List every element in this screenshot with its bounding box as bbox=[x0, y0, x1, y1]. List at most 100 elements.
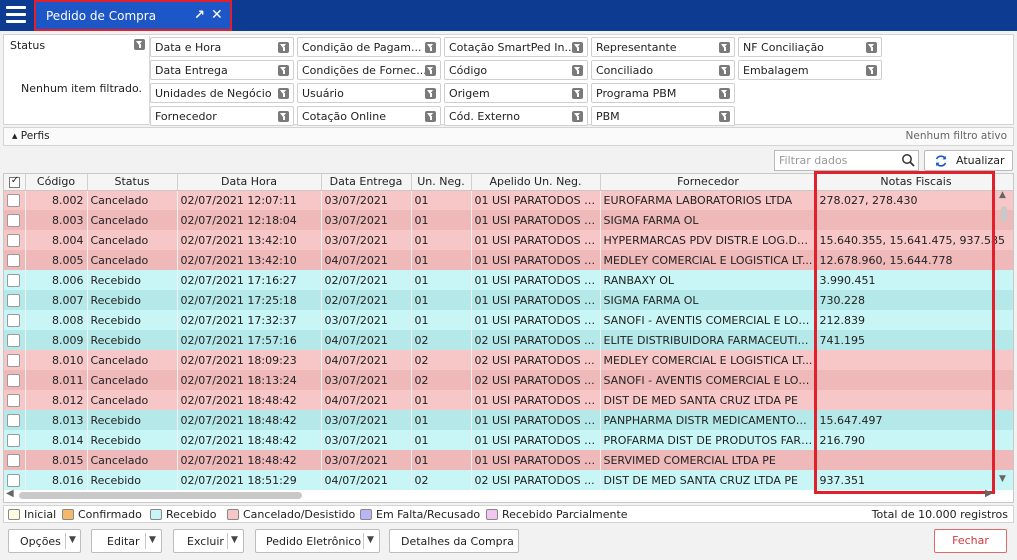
scroll-down-icon[interactable]: ▼ bbox=[999, 474, 1006, 484]
table-row[interactable]: 8.014 Recebido 02/07/2021 18:48:42 03/07/20… bbox=[4, 430, 1013, 450]
chevron-down-icon[interactable]: ▼ bbox=[69, 535, 76, 545]
row-checkbox[interactable] bbox=[4, 250, 26, 270]
table-row[interactable]: 8.015 Cancelado 02/07/2021 18:48:42 03/07/2… bbox=[4, 450, 1013, 470]
search-input[interactable]: Filtrar dados bbox=[774, 150, 919, 171]
filter-icon[interactable] bbox=[134, 39, 145, 50]
scroll-left-icon[interactable]: ◀ bbox=[6, 488, 14, 499]
search-icon[interactable] bbox=[901, 153, 915, 167]
filter-icon[interactable] bbox=[866, 42, 877, 53]
filter-field[interactable]: Fornecedor bbox=[150, 106, 294, 126]
row-checkbox[interactable] bbox=[4, 350, 26, 370]
close-icon[interactable]: ✕ bbox=[211, 7, 223, 23]
menu-icon[interactable] bbox=[6, 6, 28, 26]
filter-field[interactable]: Condições de Fornec... bbox=[297, 60, 441, 80]
filter-field[interactable]: Cód. Externo bbox=[444, 106, 588, 126]
filter-field[interactable]: Programa PBM bbox=[591, 83, 735, 103]
filter-icon[interactable] bbox=[572, 111, 583, 122]
column-header[interactable]: Apelido Un. Neg. bbox=[471, 174, 601, 191]
table-row[interactable]: 8.009 Recebido 02/07/2021 17:57:16 04/07/20… bbox=[4, 330, 1013, 350]
row-checkbox[interactable] bbox=[4, 230, 26, 250]
chevron-down-icon[interactable]: ▼ bbox=[231, 535, 238, 545]
row-checkbox[interactable] bbox=[4, 190, 26, 210]
row-checkbox[interactable] bbox=[4, 210, 26, 230]
column-header[interactable]: Data Hora bbox=[177, 174, 322, 191]
chevron-down-icon[interactable]: ▼ bbox=[149, 535, 156, 545]
table-row[interactable]: 8.004 Cancelado 02/07/2021 13:42:10 03/07/2… bbox=[4, 230, 1013, 250]
row-checkbox[interactable] bbox=[4, 310, 26, 330]
row-checkbox[interactable] bbox=[4, 430, 26, 450]
status-filter[interactable]: Status Nenhum item filtrado. bbox=[5, 36, 150, 123]
row-checkbox[interactable] bbox=[4, 270, 26, 290]
table-row[interactable]: 8.010 Cancelado 02/07/2021 18:09:23 04/07/2… bbox=[4, 350, 1013, 370]
table-row[interactable]: 8.011 Cancelado 02/07/2021 18:13:24 03/07/2… bbox=[4, 370, 1013, 390]
vertical-scrollbar[interactable]: ▲ ▼ bbox=[997, 190, 1011, 488]
tab-pedido-de-compra[interactable]: Pedido de Compra ↗ ✕ bbox=[34, 0, 232, 31]
filter-icon[interactable] bbox=[278, 111, 289, 122]
table-row[interactable]: 8.002 Cancelado 02/07/2021 12:07:11 03/07/2… bbox=[4, 190, 1013, 210]
filter-field[interactable]: Data Entrega bbox=[150, 60, 294, 80]
row-checkbox[interactable] bbox=[4, 390, 26, 410]
column-header[interactable]: Un. Neg. bbox=[411, 174, 472, 191]
filter-icon[interactable] bbox=[278, 42, 289, 53]
column-header[interactable]: Fornecedor bbox=[600, 174, 817, 191]
row-checkbox[interactable] bbox=[4, 450, 26, 470]
filter-field[interactable]: Código bbox=[444, 60, 588, 80]
filter-field[interactable]: Origem bbox=[444, 83, 588, 103]
scroll-thumb[interactable] bbox=[19, 492, 302, 499]
filter-icon[interactable] bbox=[278, 65, 289, 76]
filter-icon[interactable] bbox=[572, 88, 583, 99]
table-row[interactable]: 8.012 Cancelado 02/07/2021 18:48:42 04/07/2… bbox=[4, 390, 1013, 410]
filter-field[interactable]: NF Conciliação bbox=[738, 37, 882, 57]
filter-icon[interactable] bbox=[425, 111, 436, 122]
pedido-eletronico-button[interactable]: Pedido Eletrônico ▼ bbox=[255, 529, 380, 553]
filter-field[interactable]: Cotação Online bbox=[297, 106, 441, 126]
table-row[interactable]: 8.003 Cancelado 02/07/2021 12:18:04 03/07/2… bbox=[4, 210, 1013, 230]
filter-icon[interactable] bbox=[719, 42, 730, 53]
row-checkbox[interactable] bbox=[4, 410, 26, 430]
scroll-right-icon[interactable]: ▶ bbox=[985, 488, 993, 499]
table-row[interactable]: 8.005 Cancelado 02/07/2021 13:42:10 04/07/2… bbox=[4, 250, 1013, 270]
filter-field[interactable]: Unidades de Negócio bbox=[150, 83, 294, 103]
fechar-button[interactable]: Fechar bbox=[934, 529, 1007, 553]
refresh-button[interactable]: Atualizar bbox=[924, 150, 1013, 171]
table-row[interactable]: 8.016 Recebido 02/07/2021 18:51:29 04/07/20… bbox=[4, 470, 1013, 490]
filter-field[interactable]: Usuário bbox=[297, 83, 441, 103]
perfis-toggle[interactable]: ▲ Perfis bbox=[12, 130, 50, 142]
editar-button[interactable]: Editar ▼ bbox=[91, 529, 162, 553]
row-checkbox[interactable] bbox=[4, 290, 26, 310]
filter-icon[interactable] bbox=[278, 88, 289, 99]
filter-field[interactable]: Embalagem bbox=[738, 60, 882, 80]
column-header[interactable]: Notas Fiscais bbox=[816, 174, 1013, 191]
scroll-up-icon[interactable]: ▲ bbox=[999, 190, 1006, 200]
filter-field[interactable]: Representante bbox=[591, 37, 735, 57]
column-header[interactable]: Código bbox=[25, 174, 88, 191]
column-header[interactable]: Status bbox=[87, 174, 178, 191]
filter-icon[interactable] bbox=[719, 88, 730, 99]
filter-field[interactable]: PBM bbox=[591, 106, 735, 126]
column-header[interactable]: Data Entrega bbox=[321, 174, 412, 191]
table-row[interactable]: 8.013 Recebido 02/07/2021 18:48:42 03/07/20… bbox=[4, 410, 1013, 430]
opcoes-button[interactable]: Opções ▼ bbox=[8, 529, 81, 553]
excluir-button[interactable]: Excluir ▼ bbox=[173, 529, 244, 553]
filter-icon[interactable] bbox=[719, 65, 730, 76]
row-checkbox[interactable] bbox=[4, 470, 26, 490]
table-row[interactable]: 8.008 Recebido 02/07/2021 17:32:37 03/07/20… bbox=[4, 310, 1013, 330]
perfis-bar[interactable]: ▲ Perfis Nenhum filtro ativo bbox=[3, 127, 1014, 146]
filter-field[interactable]: Condição de Pagam... bbox=[297, 37, 441, 57]
filter-icon[interactable] bbox=[572, 42, 583, 53]
horizontal-scrollbar[interactable]: ◀ ▶ bbox=[5, 488, 995, 501]
filter-icon[interactable] bbox=[719, 111, 730, 122]
filter-icon[interactable] bbox=[425, 88, 436, 99]
row-checkbox[interactable] bbox=[4, 330, 26, 350]
filter-icon[interactable] bbox=[866, 65, 877, 76]
table-row[interactable]: 8.007 Recebido 02/07/2021 17:25:18 02/07/20… bbox=[4, 290, 1013, 310]
popout-icon[interactable]: ↗ bbox=[194, 8, 205, 23]
select-all-checkbox[interactable] bbox=[4, 174, 26, 191]
chevron-down-icon[interactable]: ▼ bbox=[367, 535, 374, 545]
filter-icon[interactable] bbox=[572, 65, 583, 76]
table-row[interactable]: 8.006 Recebido 02/07/2021 17:16:27 02/07/20… bbox=[4, 270, 1013, 290]
scroll-thumb[interactable] bbox=[1001, 206, 1007, 222]
filter-field[interactable]: Data e Hora bbox=[150, 37, 294, 57]
detalhes-compra-button[interactable]: Detalhes da Compra bbox=[389, 529, 519, 553]
filter-icon[interactable] bbox=[425, 42, 436, 53]
